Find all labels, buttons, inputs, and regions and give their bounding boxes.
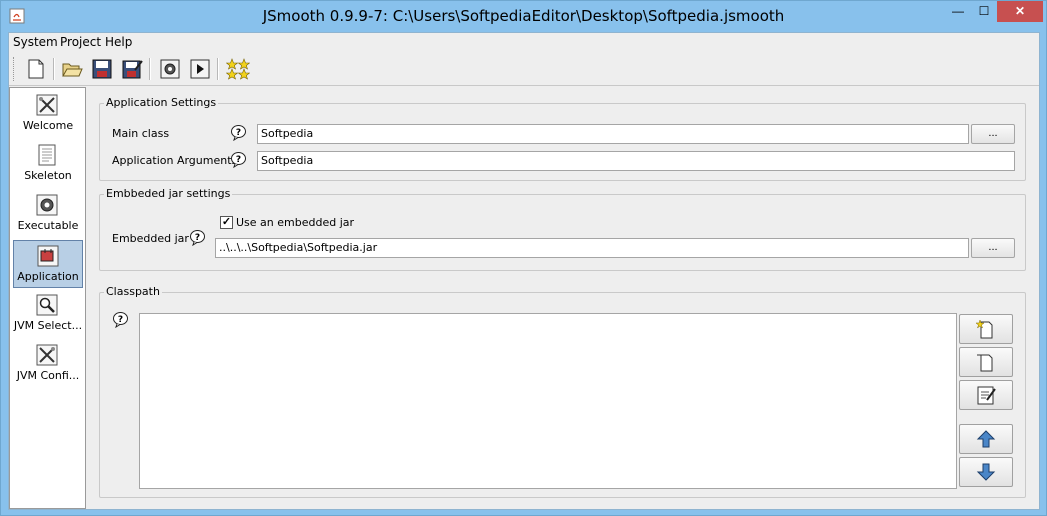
- group-title: Embbeded jar settings: [104, 187, 233, 200]
- application-arguments-label: Application Arguments: [112, 154, 238, 167]
- about-stars-icon: [226, 58, 250, 80]
- toolbar-separator: [53, 58, 55, 80]
- menu-system[interactable]: System: [13, 35, 58, 49]
- help-icon[interactable]: ?: [230, 124, 247, 141]
- svg-text:?: ?: [118, 315, 123, 325]
- move-up-icon: [976, 430, 996, 448]
- toolbar-separator: [217, 58, 219, 80]
- nav-label: Skeleton: [24, 169, 72, 182]
- classpath-group: Classpath ?: [99, 285, 1026, 498]
- window-title: JSmooth 0.9.9-7: C:\Users\SoftpediaEdito…: [262, 7, 785, 25]
- embedded-jar-group: Embbeded jar settings ✓ Use an embedded …: [99, 187, 1026, 271]
- application-settings-group: Application Settings Main class ? Softpe…: [99, 96, 1026, 181]
- toolbar: [9, 53, 1039, 86]
- main-panel: Application Settings Main class ? Softpe…: [89, 87, 1039, 509]
- maximize-button[interactable]: ☐: [971, 1, 997, 22]
- add-folder-icon: [977, 354, 993, 372]
- classpath-list[interactable]: [139, 313, 957, 489]
- embedded-jar-browse-button[interactable]: ...: [971, 238, 1015, 258]
- new-file-icon: [28, 59, 44, 79]
- menu-help[interactable]: Help: [105, 35, 132, 49]
- skeleton-page-icon: [38, 144, 56, 166]
- title-bar[interactable]: JSmooth 0.9.9-7: C:\Users\SoftpediaEdito…: [1, 1, 1046, 32]
- embedded-jar-path-field[interactable]: ..\..\..\Softpedia\Softpedia.jar: [215, 238, 969, 258]
- welcome-tools-icon: [36, 94, 58, 116]
- move-up-button[interactable]: [959, 424, 1013, 454]
- embedded-jar-label: Embedded jar: [112, 232, 189, 245]
- save-icon: [92, 59, 112, 79]
- jvm-config-tools-icon: [36, 344, 58, 366]
- edit-button[interactable]: [959, 380, 1013, 410]
- nav-item-welcome[interactable]: Welcome: [13, 90, 83, 138]
- nav-item-jvm-config[interactable]: JVM Confi...: [13, 340, 83, 388]
- minimize-button[interactable]: —: [945, 1, 971, 22]
- application-arguments-field[interactable]: Softpedia: [257, 151, 1015, 171]
- open-folder-icon: [62, 63, 83, 77]
- run-button[interactable]: [187, 56, 213, 82]
- save-button[interactable]: [89, 56, 115, 82]
- nav-item-skeleton[interactable]: Skeleton: [13, 140, 83, 188]
- menu-project[interactable]: Project: [60, 35, 101, 49]
- jvm-select-magnifier-icon: [36, 294, 58, 316]
- application-icon: [37, 245, 59, 267]
- help-icon[interactable]: ?: [230, 151, 247, 168]
- svg-text:?: ?: [236, 155, 241, 165]
- nav-label: JVM Select...: [13, 319, 83, 332]
- svg-text:?: ?: [236, 128, 241, 138]
- save-as-button[interactable]: [119, 56, 145, 82]
- add-file-icon: [975, 319, 993, 339]
- open-button[interactable]: [59, 56, 85, 82]
- svg-text:?: ?: [195, 233, 200, 243]
- application-window: JSmooth 0.9.9-7: C:\Users\SoftpediaEdito…: [0, 0, 1047, 516]
- nav-label: Executable: [17, 219, 79, 232]
- nav-label: Welcome: [22, 119, 74, 132]
- add-folder-button[interactable]: [959, 347, 1013, 377]
- left-navigation-panel: Welcome Skeleton Executable Application …: [9, 87, 86, 509]
- nav-item-executable[interactable]: Executable: [13, 190, 83, 238]
- compile-button[interactable]: [157, 56, 183, 82]
- about-button[interactable]: [225, 56, 251, 82]
- close-button[interactable]: ✕: [997, 1, 1043, 22]
- save-as-icon: [122, 60, 143, 79]
- group-title: Application Settings: [104, 96, 219, 109]
- help-icon[interactable]: ?: [112, 311, 129, 328]
- add-file-button[interactable]: [959, 314, 1013, 344]
- nav-item-application[interactable]: Application: [13, 240, 83, 288]
- nav-item-jvm-select[interactable]: JVM Select...: [13, 290, 83, 338]
- toolbar-separator: [149, 58, 151, 80]
- edit-icon: [977, 386, 996, 405]
- new-project-button[interactable]: [23, 56, 49, 82]
- main-class-browse-button[interactable]: ...: [971, 124, 1015, 144]
- nav-label: Application: [17, 270, 79, 283]
- toolbar-grip[interactable]: [13, 57, 16, 81]
- use-embedded-jar-label: Use an embedded jar: [236, 216, 355, 229]
- menu-bar: System Project Help: [9, 33, 1039, 53]
- executable-gear-icon: [36, 194, 58, 216]
- nav-label: JVM Confi...: [16, 369, 80, 382]
- use-embedded-jar-checkbox[interactable]: ✓: [220, 216, 233, 229]
- compile-icon: [160, 59, 180, 79]
- client-area: System Project Help Welcome Skeleton Exe…: [8, 32, 1040, 510]
- run-icon: [190, 59, 210, 79]
- help-icon[interactable]: ?: [189, 229, 206, 246]
- main-class-field[interactable]: Softpedia: [257, 124, 969, 144]
- main-class-label: Main class: [112, 127, 170, 140]
- move-down-icon: [976, 463, 996, 481]
- group-title: Classpath: [104, 285, 162, 298]
- move-down-button[interactable]: [959, 457, 1013, 487]
